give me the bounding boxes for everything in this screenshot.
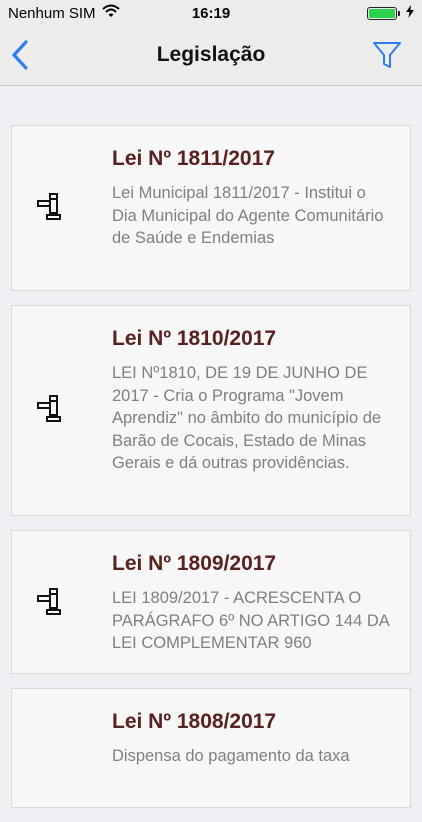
law-title: Lei Nº 1811/2017 — [112, 147, 275, 170]
law-title: Lei Nº 1810/2017 — [112, 327, 277, 350]
law-list: Lei Nº 1811/2017 Lei Municipal 1811/2017… — [11, 125, 411, 822]
page-title: Legislação — [156, 43, 266, 66]
law-card[interactable]: Lei Nº 1811/2017 Lei Municipal 1811/2017… — [11, 125, 411, 291]
law-description: LEI 1809/2017 - ACRESCENTA O PARÁGRAFO 6… — [112, 589, 389, 652]
charging-bolt-icon — [406, 4, 414, 22]
gavel-icon — [37, 193, 61, 220]
law-card[interactable]: Lei Nº 1810/2017 LEI Nº1810, DE 19 DE JU… — [11, 305, 411, 516]
law-description: LEI Nº1810, DE 19 DE JUNHO DE 2017 - Cri… — [112, 364, 382, 472]
law-card[interactable]: Lei Nº 1809/2017 LEI 1809/2017 - ACRESCE… — [11, 530, 411, 674]
gavel-icon — [37, 588, 61, 615]
wifi-icon — [101, 4, 120, 22]
carrier-label: Nenhum SIM — [8, 4, 96, 22]
law-description: Dispensa do pagamento da taxa — [112, 747, 350, 765]
navigation-bar: Legislação — [0, 26, 422, 86]
status-right — [367, 4, 414, 22]
status-left: Nenhum SIM — [8, 4, 120, 22]
law-description: Lei Municipal 1811/2017 - Institui o Dia… — [112, 184, 384, 247]
status-bar: Nenhum SIM 16:19 — [0, 0, 422, 26]
filter-funnel-icon — [373, 42, 401, 68]
law-title: Lei Nº 1808/2017 — [112, 710, 277, 733]
law-card[interactable]: Lei Nº 1808/2017 Dispensa do pagamento d… — [11, 688, 411, 808]
filter-button[interactable] — [372, 40, 402, 70]
law-title: Lei Nº 1809/2017 — [112, 552, 277, 575]
battery-icon — [367, 6, 400, 20]
gavel-icon — [37, 395, 61, 422]
